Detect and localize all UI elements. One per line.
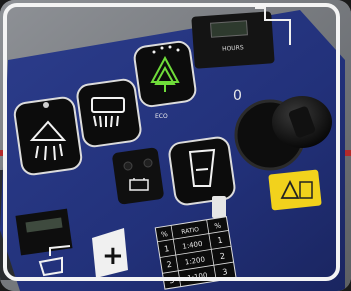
- water-tank-button[interactable]: [168, 136, 236, 206]
- key-off-mark: 0: [233, 88, 242, 104]
- ratio-table: % RATIO % 1 1:400 1 2 1:200 2 3 1:100 3: [154, 216, 237, 290]
- hour-meter: HOURS: [191, 11, 275, 69]
- filter-shake-button[interactable]: [13, 96, 83, 176]
- fan-button[interactable]: [212, 196, 226, 218]
- plus-icon: +: [102, 241, 124, 271]
- battery-indicator: [112, 147, 164, 205]
- lower-left-display: [15, 208, 73, 256]
- eco-label: ECO: [155, 113, 168, 120]
- control-panel-photo: HOURS ECO 0 + % RATIO % 1 1:400 1 2 1:20…: [0, 0, 351, 291]
- warning-label: [268, 169, 322, 211]
- brush-button[interactable]: [76, 78, 142, 148]
- eco-button[interactable]: [133, 40, 197, 108]
- control-panel-illustration: HOURS ECO 0 + % RATIO % 1 1:400 1 2 1:20…: [0, 0, 351, 291]
